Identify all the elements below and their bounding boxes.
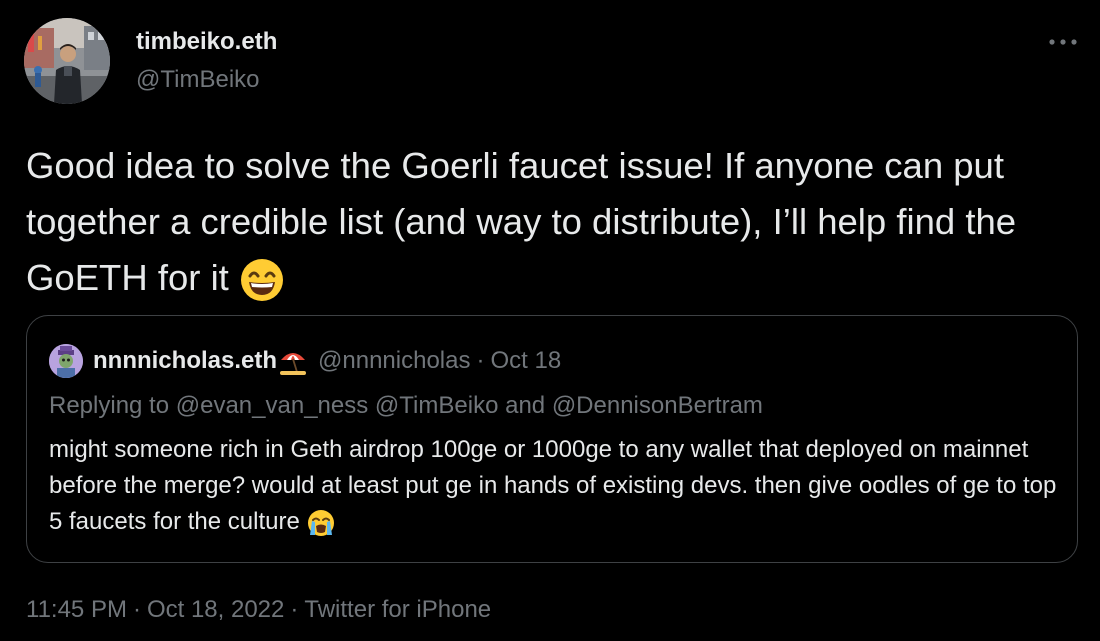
- more-options-button[interactable]: [1046, 30, 1080, 54]
- tweet-time[interactable]: 11:45 PM: [26, 596, 127, 623]
- grinning-face-icon: [239, 257, 285, 303]
- replying-prefix: Replying to: [49, 392, 170, 419]
- quoted-handle[interactable]: @nnnnicholas: [318, 347, 470, 375]
- author-display-name[interactable]: timbeiko.eth: [136, 28, 277, 56]
- quoted-text-body: might someone rich in Geth airdrop 100ge…: [49, 436, 1057, 535]
- footer-separator-1: ·: [132, 596, 141, 623]
- tweet-source[interactable]: Twitter for iPhone: [304, 596, 491, 623]
- footer-separator-2: ·: [290, 596, 299, 623]
- quoted-date[interactable]: Oct 18: [490, 347, 561, 375]
- mention-timbeiko[interactable]: @TimBeiko: [375, 392, 499, 419]
- author-handle[interactable]: @TimBeiko: [136, 66, 260, 94]
- quoted-replying-to: Replying to @evan_van_ness @TimBeiko and…: [49, 392, 763, 420]
- mention-evan-van-ness[interactable]: @evan_van_ness: [176, 392, 369, 419]
- mention-dennisonbertram[interactable]: @DennisonBertram: [552, 392, 763, 419]
- tweet-date[interactable]: Oct 18, 2022: [147, 596, 284, 623]
- more-horizontal-icon: [1048, 38, 1078, 46]
- quoted-text: might someone rich in Geth airdrop 100ge…: [49, 432, 1059, 540]
- tweet: timbeiko.eth @TimBeiko Good idea to solv…: [0, 0, 1100, 641]
- quoted-tweet-card[interactable]: nnnnicholas.eth @nnnnicholas · Oct 18 Re…: [26, 315, 1078, 563]
- quoted-author-avatar[interactable]: [49, 344, 83, 378]
- author-avatar[interactable]: [24, 18, 110, 104]
- replying-and: and: [505, 392, 546, 419]
- quoted-header: nnnnicholas.eth @nnnnicholas · Oct 18: [93, 346, 561, 376]
- tweet-text-body: Good idea to solve the Goerli faucet iss…: [26, 145, 1017, 298]
- quoted-separator: ·: [476, 347, 485, 374]
- tweet-footer: 11:45 PM · Oct 18, 2022 · Twitter for iPhone: [26, 596, 491, 624]
- beach-umbrella-icon: [278, 346, 308, 376]
- quoted-display-name[interactable]: nnnnicholas.eth: [93, 347, 277, 375]
- loudly-crying-face-icon: [306, 508, 336, 538]
- tweet-text: Good idea to solve the Goerli faucet iss…: [26, 138, 1076, 306]
